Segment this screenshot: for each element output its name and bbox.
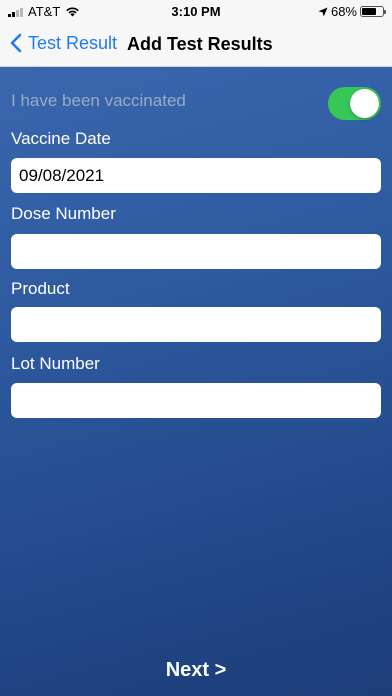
vaccinated-toggle-row: I have been vaccinated (11, 87, 381, 121)
location-arrow-icon (318, 7, 328, 16)
battery-icon (360, 6, 386, 17)
status-bar: AT&T 3:10 PM 68% (0, 0, 392, 22)
back-button-label: Test Result (28, 32, 118, 53)
status-right: 68% (318, 4, 386, 19)
back-button[interactable]: Test Result (8, 32, 117, 54)
toggle-knob (350, 89, 379, 118)
dose-number-field[interactable] (11, 234, 381, 269)
product-field[interactable] (11, 307, 381, 342)
lot-number-label: Lot Number (11, 354, 100, 373)
vaccine-date-field[interactable] (11, 158, 381, 193)
vaccinated-toggle[interactable] (328, 87, 381, 120)
battery-percent: 68% (330, 4, 357, 19)
lot-number-field[interactable] (11, 383, 381, 418)
form-area: I have been vaccinated Vaccine Date Dose… (0, 67, 392, 696)
vaccine-date-label: Vaccine Date (11, 129, 111, 148)
chevron-left-icon (10, 33, 22, 53)
next-button[interactable]: Next > (0, 659, 392, 682)
battery-fill (362, 8, 376, 15)
vaccinated-label: I have been vaccinated (11, 91, 186, 110)
page-title: Add Test Results (127, 34, 273, 54)
product-label: Product (11, 279, 70, 298)
navigation-bar: Test Result Add Test Results (0, 22, 392, 67)
dose-number-label: Dose Number (11, 204, 116, 223)
